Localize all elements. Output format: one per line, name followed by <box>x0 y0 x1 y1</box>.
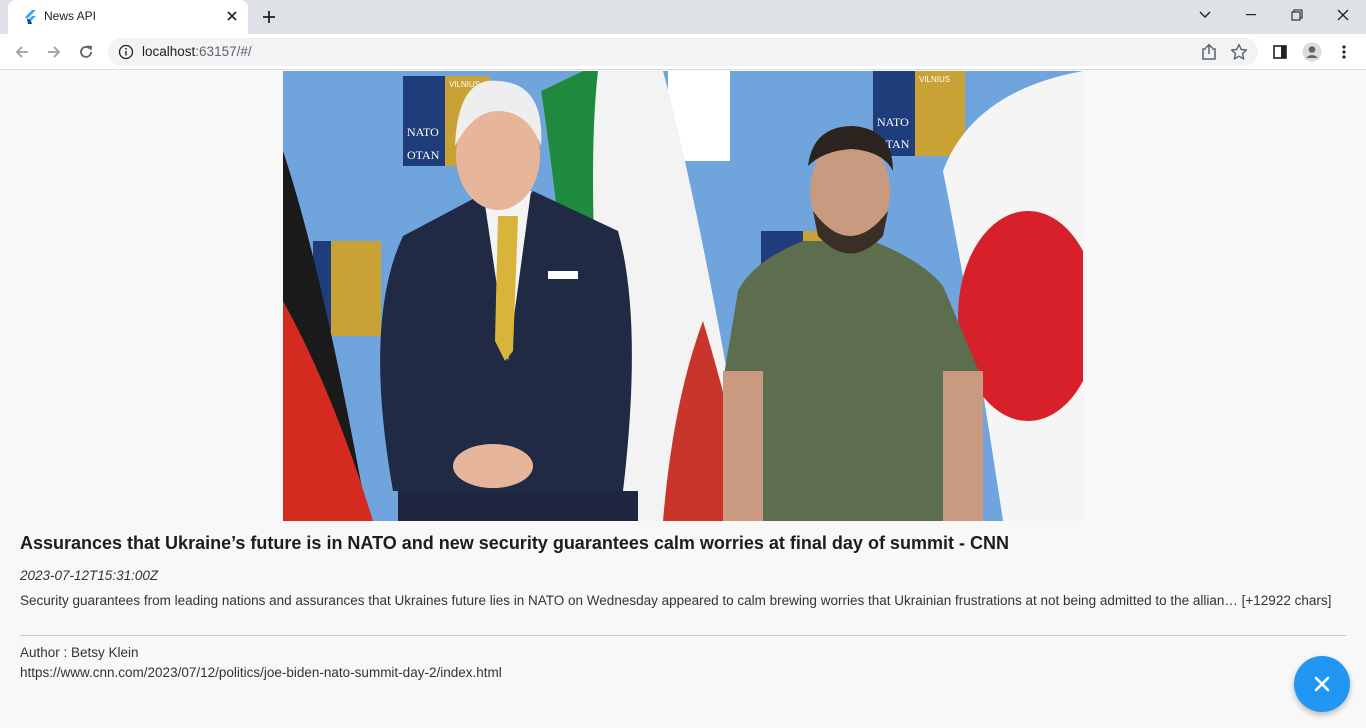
flutter-icon <box>25 10 36 24</box>
restore-icon[interactable] <box>1274 0 1320 30</box>
site-info-icon[interactable] <box>118 44 134 60</box>
app-content: NATO OTAN VILNIUS NATO OTAN VILNIUS Assu… <box>0 71 1366 728</box>
close-fab-button[interactable] <box>1294 656 1350 712</box>
divider <box>20 635 1346 636</box>
tab-strip: News API <box>0 0 1366 34</box>
share-icon[interactable] <box>1200 43 1218 61</box>
article-photo: NATO OTAN VILNIUS NATO OTAN VILNIUS <box>283 71 1083 521</box>
tab-close-icon[interactable] <box>223 7 241 25</box>
minimize-icon[interactable] <box>1228 0 1274 30</box>
article-published-at: 2023-07-12T15:31:00Z <box>20 568 159 583</box>
forward-icon[interactable] <box>40 38 68 66</box>
address-url[interactable]: localhost:63157/#/ <box>142 44 252 59</box>
bookmark-star-icon[interactable] <box>1230 43 1248 61</box>
close-window-icon[interactable] <box>1320 0 1366 30</box>
address-bar[interactable]: localhost:63157/#/ <box>108 38 1258 66</box>
tab-search-icon[interactable] <box>1182 0 1228 30</box>
tab-title: News API <box>44 9 97 23</box>
browser-toolbar: localhost:63157/#/ <box>0 34 1366 70</box>
back-icon[interactable] <box>8 38 36 66</box>
backdrop-vilnius-text-2: VILNIUS <box>919 75 950 84</box>
backdrop-otan-text: OTAN <box>407 148 440 162</box>
article-description: Security guarantees from leading nations… <box>20 593 1332 608</box>
reload-icon[interactable] <box>72 38 100 66</box>
close-icon <box>1314 676 1330 692</box>
backdrop-nato-text-2: NATO <box>877 115 909 129</box>
article-image: NATO OTAN VILNIUS NATO OTAN VILNIUS <box>283 71 1083 521</box>
article-url[interactable]: https://www.cnn.com/2023/07/12/politics/… <box>20 665 502 680</box>
tab-news-api[interactable]: News API <box>8 0 248 34</box>
profile-avatar-icon[interactable] <box>1298 38 1326 66</box>
backdrop-nato-text: NATO <box>407 125 439 139</box>
article-author: Author : Betsy Klein <box>20 645 139 660</box>
side-panel-icon[interactable] <box>1266 38 1294 66</box>
menu-kebab-icon[interactable] <box>1330 38 1358 66</box>
article-headline: Assurances that Ukraine’s future is in N… <box>20 533 1009 553</box>
new-tab-icon[interactable] <box>258 6 280 28</box>
